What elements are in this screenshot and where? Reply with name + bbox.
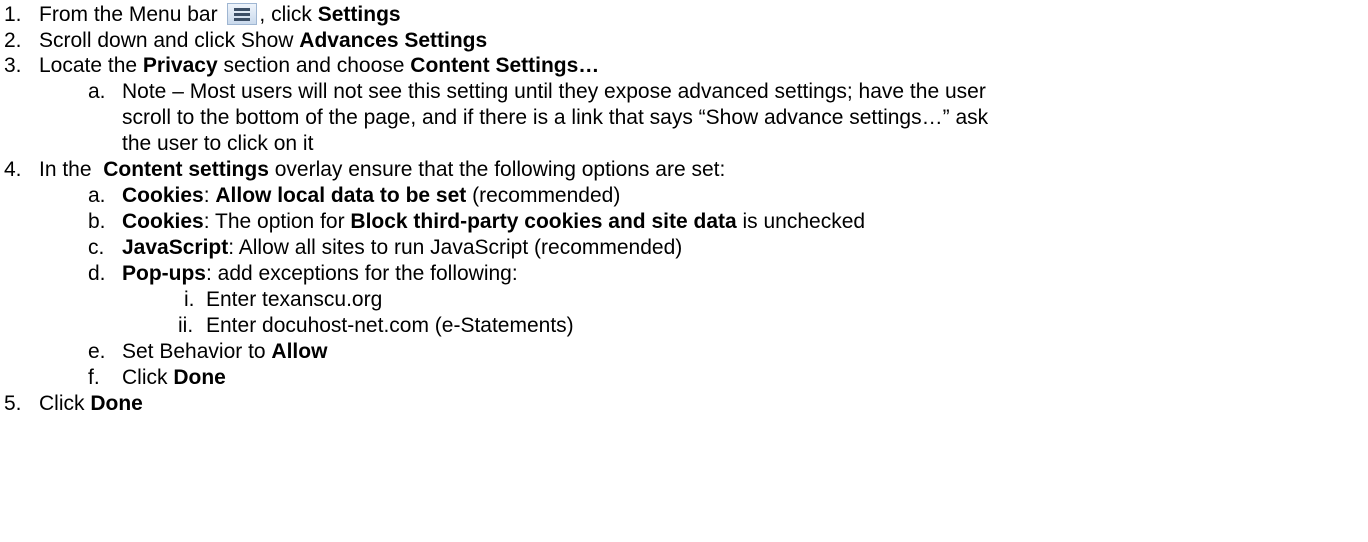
substep-marker: c.	[88, 236, 105, 259]
substep-text: Pop-ups: add exceptions for the followin…	[122, 262, 518, 285]
substep-marker: b.	[88, 210, 106, 233]
substep-text: Set Behavior to Allow	[122, 340, 328, 363]
step-number: 3.	[4, 54, 22, 77]
note-line-1: Note – Most users will not see this sett…	[122, 80, 986, 103]
step-number: 1.	[4, 3, 22, 26]
step-text: From the Menu bar , click Settings	[39, 3, 401, 26]
step-number: 4.	[4, 158, 22, 181]
note-marker: a.	[88, 80, 106, 103]
step-text: Locate the Privacy section and choose Co…	[39, 54, 600, 77]
subsubstep-marker: i.	[184, 288, 195, 311]
step-text: Click Done	[39, 392, 143, 415]
substep-marker: e.	[88, 340, 106, 363]
step-text: Scroll down and click Show Advances Sett…	[39, 29, 488, 52]
step-number: 5.	[4, 392, 22, 415]
substep-text: Cookies: The option for Block third-part…	[122, 210, 866, 233]
step-text: In the Content settings overlay ensure t…	[39, 158, 726, 181]
note-line-2: scroll to the bottom of the page, and if…	[122, 106, 989, 129]
menu-icon	[227, 3, 258, 25]
subsubstep-text: Enter texanscu.org	[206, 288, 383, 311]
substep-text: Cookies: Allow local data to be set (rec…	[122, 184, 621, 207]
substep-marker: d.	[88, 262, 106, 285]
subsubstep-marker: ii.	[178, 314, 194, 337]
subsubstep-text: Enter docuhost-net.com (e-Statements)	[206, 314, 574, 337]
instructions-document: 1. From the Menu bar , click Settings 2.…	[0, 0, 1368, 542]
substep-marker: f.	[88, 366, 100, 389]
note-line-3: the user to click on it	[122, 132, 314, 155]
substep-text: Click Done	[122, 366, 226, 389]
substep-marker: a.	[88, 184, 106, 207]
step-number: 2.	[4, 29, 22, 52]
substep-text: JavaScript: Allow all sites to run JavaS…	[122, 236, 683, 259]
